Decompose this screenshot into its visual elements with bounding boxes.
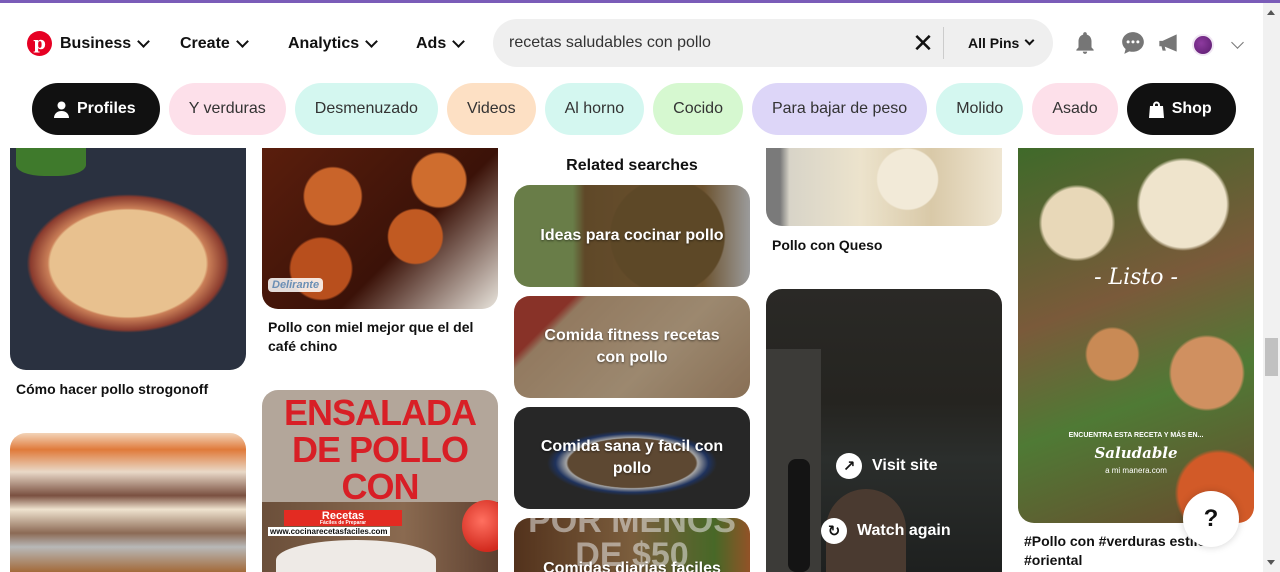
chevron-down-icon [235,35,249,48]
search-divider [943,27,944,59]
chip-al-horno[interactable]: Al horno [544,83,645,135]
pin-title[interactable]: Pollo con miel mejor que el del café chi… [268,318,493,356]
search-filter-dropdown[interactable]: All Pins [968,19,1035,67]
chip-cocido[interactable]: Cocido [653,83,743,135]
image-brand: Saludable [1094,444,1178,462]
related-search-label: Comida fitness recetas con pollo [544,327,720,366]
visit-site-label: Visit site [872,457,938,474]
pin-image-pollo-queso[interactable] [766,148,1002,226]
account-chevron-down-icon[interactable] [1231,36,1244,49]
image-script-text: - Listo - [1094,265,1178,290]
guide-chips: Profiles Y verduras Desmenuzado Videos A… [32,83,1236,135]
image-brand-url: a mi manera.com [1105,466,1167,475]
chip-label: Desmenuzado [314,100,418,117]
chip-asado[interactable]: Asado [1032,83,1118,135]
chevron-down-icon [452,35,466,48]
related-search-comidas-diarias[interactable]: POR MENOS DE $50 Comidas diarias faciles [514,518,750,572]
chip-label: Y verduras [188,100,266,117]
nav-business-label: Business [60,35,132,52]
search-filter-label: All Pins [968,35,1020,51]
search-input[interactable] [509,19,889,67]
visit-site-button[interactable]: ↗ Visit site [836,453,938,479]
pin-image-ensalada-manzana[interactable]: ENSALADA DE POLLO CON MANZANA Recetas Fá… [262,390,498,572]
close-icon[interactable]: ✕ [911,30,935,56]
search-bar: ✕ All Pins [493,19,1053,67]
nav-create[interactable]: Create [180,33,249,55]
related-search-comida-fitness[interactable]: Comida fitness recetas con pollo [514,296,750,398]
nav-ads-label: Ads [416,35,447,52]
arrow-up-right-icon: ↗ [836,453,862,479]
shopping-bag-icon [1148,101,1164,118]
chevron-down-icon [365,35,379,48]
nav-analytics[interactable]: Analytics [288,33,379,55]
chip-label: Shop [1171,100,1212,117]
chip-y-verduras[interactable]: Y verduras [168,83,286,135]
pin-image-pollo-miel[interactable]: Delirante [262,148,498,309]
related-search-label: Ideas para cocinar pollo [540,227,724,244]
scroll-up-arrow-icon[interactable] [1267,10,1275,15]
watermark-text: Delirante [268,278,324,292]
replay-icon: ↻ [821,518,847,544]
bell-icon[interactable] [1072,30,1098,56]
chip-label: Profiles [77,100,136,117]
pinterest-logo-icon[interactable]: p [27,31,52,56]
pin-image-pollo-verduras[interactable]: - Listo - ENCUENTRA ESTA RECETA Y MÁS EN… [1018,148,1254,523]
chat-icon[interactable] [1120,30,1146,56]
parsley-garnish [16,148,86,176]
headline-line: DE POLLO CON [291,429,469,507]
chip-molido[interactable]: Molido [936,83,1024,135]
chip-label: Molido [956,100,1004,117]
help-label: ? [1203,505,1219,532]
headline-line: ENSALADA [283,392,477,433]
brand-subtitle: Fáciles de Preparar [319,520,367,526]
microphone-graphic [788,459,810,572]
related-search-ideas-para-cocinar-pollo[interactable]: Ideas para cocinar pollo [514,185,750,287]
pin-image-pollo-arroz[interactable] [10,433,246,572]
chip-shop[interactable]: Shop [1126,83,1236,135]
pin-title[interactable]: Pollo con Queso [772,236,997,255]
pin-image-strogonoff[interactable] [10,148,246,370]
chip-label: Al horno [564,100,625,117]
watch-again-label: Watch again [857,522,951,539]
related-search-comida-sana[interactable]: Comida sana y facil con pollo [514,407,750,509]
chip-profiles[interactable]: Profiles [32,83,160,135]
pin-title[interactable]: Cómo hacer pollo strogonoff [16,380,246,399]
video-pin[interactable]: ↗ Visit site ↻ Watch again [766,289,1002,572]
chip-label: Asado [1052,100,1098,117]
chevron-down-icon [1024,35,1035,46]
chip-para-bajar-de-peso[interactable]: Para bajar de peso [751,83,928,135]
image-caption: ENCUENTRA ESTA RECETA Y MÁS EN... [1068,432,1204,439]
brand-banner: Recetas Fáciles de Preparar [284,510,402,526]
megaphone-icon[interactable] [1155,30,1181,56]
chip-videos[interactable]: Videos [446,83,536,135]
scroll-down-arrow-icon[interactable] [1267,560,1275,565]
brand-url: www.cocinarecetasfaciles.com [268,527,390,536]
chip-label: Videos [466,100,516,117]
related-search-label: Comidas diarias faciles [543,560,721,572]
related-searches-heading: Related searches [566,157,698,174]
scrollbar-thumb[interactable] [1265,338,1278,376]
nav-analytics-label: Analytics [288,35,360,52]
nav-create-label: Create [180,35,230,52]
watch-again-button[interactable]: ↻ Watch again [821,518,951,544]
chevron-down-icon [137,35,151,48]
header: p Business Create Analytics Ads ✕ All Pi… [0,3,1263,81]
nav-business[interactable]: Business [60,33,151,55]
chip-label: Para bajar de peso [771,100,908,117]
salad-bowl [276,540,436,572]
related-search-label: Comida sana y facil con pollo [540,438,724,477]
chip-label: Cocido [673,100,723,117]
avatar[interactable] [1192,34,1214,56]
help-button[interactable]: ? [1183,491,1239,547]
nav-ads[interactable]: Ads [416,33,466,55]
chip-desmenuzado[interactable]: Desmenuzado [294,83,438,135]
page-scrollbar[interactable] [1263,3,1280,572]
person-icon [54,101,69,118]
